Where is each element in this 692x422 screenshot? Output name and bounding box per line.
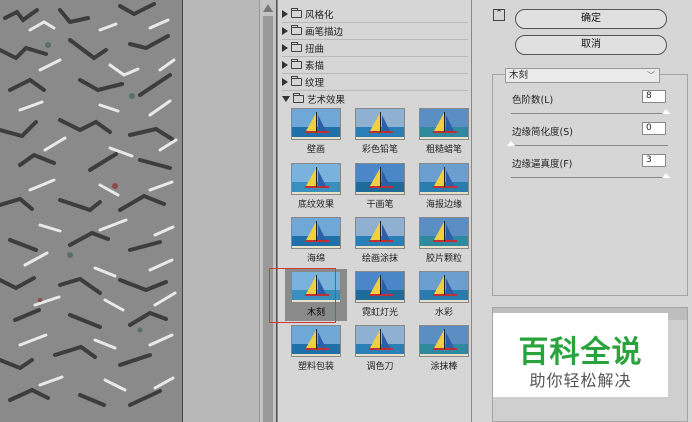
preview-scrollbar[interactable] <box>259 0 276 422</box>
filter-select-value: 木刻 <box>509 70 529 81</box>
param-label-levels: 色阶数(L) <box>512 95 554 106</box>
filter-thumbnail-label: 干画笔 <box>366 200 394 210</box>
category-label: 纹理 <box>305 78 325 89</box>
filter-thumbnail-label: 底纹效果 <box>297 200 334 210</box>
watermark-title: 百科全说 <box>518 335 643 370</box>
filter-thumbnail[interactable]: 绘画涂抹 <box>349 215 411 267</box>
ok-button[interactable]: 确定 <box>515 9 667 29</box>
filter-thumbnail-image <box>355 108 405 140</box>
filter-thumbnail[interactable]: 壁画 <box>285 106 347 158</box>
filter-thumbnail[interactable]: 海报边缘 <box>413 161 475 213</box>
filter-thumbnail[interactable]: 粗糙蜡笔 <box>413 106 475 158</box>
filter-params-box <box>492 74 688 296</box>
param-slider-track-edge-fidelity[interactable] <box>511 177 668 178</box>
filter-preview[interactable] <box>0 0 182 422</box>
filter-thumbnail-image <box>419 217 469 249</box>
folder-icon <box>291 76 302 86</box>
expand-triangle-icon[interactable] <box>282 61 288 69</box>
category-brush-strokes[interactable]: 画笔描边 <box>282 23 470 39</box>
filter-thumbnail-label: 水彩 <box>434 308 453 318</box>
filter-thumbnail[interactable]: 调色刀 <box>349 323 411 375</box>
category-stylize[interactable]: 风格化 <box>282 6 470 22</box>
chevron-down-icon: ﹀ <box>647 71 655 80</box>
filter-thumbnail-image <box>291 108 341 140</box>
filter-thumbnail-image <box>419 163 469 195</box>
filter-thumbnail-label: 调色刀 <box>366 362 394 372</box>
filter-thumbnail-label: 海报边缘 <box>425 200 462 210</box>
filter-thumbnail[interactable]: 塑料包装 <box>285 323 347 375</box>
filter-thumbnail[interactable]: 涂抹棒 <box>413 323 475 375</box>
param-slider-knob-edge-fidelity[interactable] <box>662 173 670 178</box>
category-label: 画笔描边 <box>305 27 344 38</box>
param-input-edge-simplicity[interactable]: 0 <box>642 122 666 135</box>
filter-thumbnail[interactable]: 霓虹灯光 <box>349 269 411 321</box>
param-input-levels[interactable]: 8 <box>642 90 666 103</box>
scroll-up-icon[interactable] <box>263 4 273 12</box>
filter-thumbnail-label: 涂抹棒 <box>430 362 458 372</box>
filter-thumbnail-image <box>355 163 405 195</box>
category-distort[interactable]: 扭曲 <box>282 40 470 56</box>
filter-thumbnail-image <box>355 325 405 357</box>
filter-thumbnail-label: 壁画 <box>306 145 325 155</box>
category-label: 素描 <box>305 61 325 72</box>
filter-thumbnail-image <box>355 217 405 249</box>
filter-thumbnail[interactable]: 海绵 <box>285 215 347 267</box>
param-label-edge-simplicity: 边缘简化度(S) <box>512 127 573 138</box>
collapse-up-icon[interactable]: ⌃ <box>493 9 505 21</box>
folder-icon <box>291 42 302 52</box>
filter-thumbnail-image <box>419 325 469 357</box>
param-slider-track-edge-simplicity[interactable] <box>511 145 668 146</box>
filter-thumbnail-image <box>355 271 405 303</box>
selected-filter-outline <box>269 268 336 323</box>
filter-thumbnail-image <box>291 163 341 195</box>
filter-thumbnail-label: 彩色铅笔 <box>361 145 398 155</box>
expand-triangle-icon[interactable] <box>282 78 288 86</box>
filter-thumbnail-label: 粗糙蜡笔 <box>425 145 462 155</box>
filter-thumbnail-image <box>419 271 469 303</box>
category-label: 扭曲 <box>305 44 325 55</box>
filter-thumbnail[interactable]: 水彩 <box>413 269 475 321</box>
filter-select[interactable]: 木刻 ﹀ <box>505 68 660 83</box>
category-sketch[interactable]: 素描 <box>282 57 470 73</box>
woodcut-preview-image <box>0 0 182 422</box>
open-folder-icon <box>293 93 304 103</box>
filter-thumbnail-label: 霓虹灯光 <box>361 308 398 318</box>
param-slider-track-levels[interactable] <box>511 113 668 114</box>
filter-gallery: 风格化 画笔描边 扭曲 素描 纹理 艺术效果 壁画 彩色铅笔 粗糙蜡笔底纹效果 干画笔… <box>277 0 471 422</box>
category-artistic[interactable]: 艺术效果 <box>282 91 470 107</box>
collapse-triangle-icon[interactable] <box>282 96 290 102</box>
expand-triangle-icon[interactable] <box>282 27 288 35</box>
param-label-edge-fidelity: 边缘逼真度(F) <box>512 159 573 170</box>
folder-icon <box>291 25 302 35</box>
preview-padding <box>182 0 259 422</box>
expand-triangle-icon[interactable] <box>282 44 288 52</box>
filter-thumbnail[interactable]: 底纹效果 <box>285 161 347 213</box>
filter-thumbnail-label: 绘画涂抹 <box>361 254 398 264</box>
scroll-track[interactable] <box>263 16 273 422</box>
watermark: 百科全说 助你轻松解决 <box>493 313 668 397</box>
filter-thumbnail[interactable]: 干画笔 <box>349 161 411 213</box>
filter-thumbnail-image <box>291 325 341 357</box>
param-slider-knob-levels[interactable] <box>662 109 670 114</box>
filter-thumbnail-label: 海绵 <box>306 254 325 264</box>
filter-thumbnail-label: 胶片颗粒 <box>425 254 462 264</box>
filter-thumbnail[interactable]: 彩色铅笔 <box>349 106 411 158</box>
param-input-edge-fidelity[interactable]: 3 <box>642 154 666 167</box>
filter-thumbnail[interactable]: 胶片颗粒 <box>413 215 475 267</box>
watermark-subtitle: 助你轻松解决 <box>529 371 632 390</box>
category-texture[interactable]: 纹理 <box>282 74 470 90</box>
expand-triangle-icon[interactable] <box>282 10 288 18</box>
cancel-button[interactable]: 取消 <box>515 35 667 55</box>
folder-icon <box>291 8 302 18</box>
category-label: 艺术效果 <box>307 95 346 106</box>
param-slider-knob-edge-simplicity[interactable] <box>507 141 515 146</box>
folder-icon <box>291 59 302 69</box>
filter-thumbnail-image <box>419 108 469 140</box>
category-label: 风格化 <box>305 10 334 21</box>
filter-thumbnail-label: 塑料包装 <box>297 362 334 372</box>
filter-thumbnail-image <box>291 217 341 249</box>
